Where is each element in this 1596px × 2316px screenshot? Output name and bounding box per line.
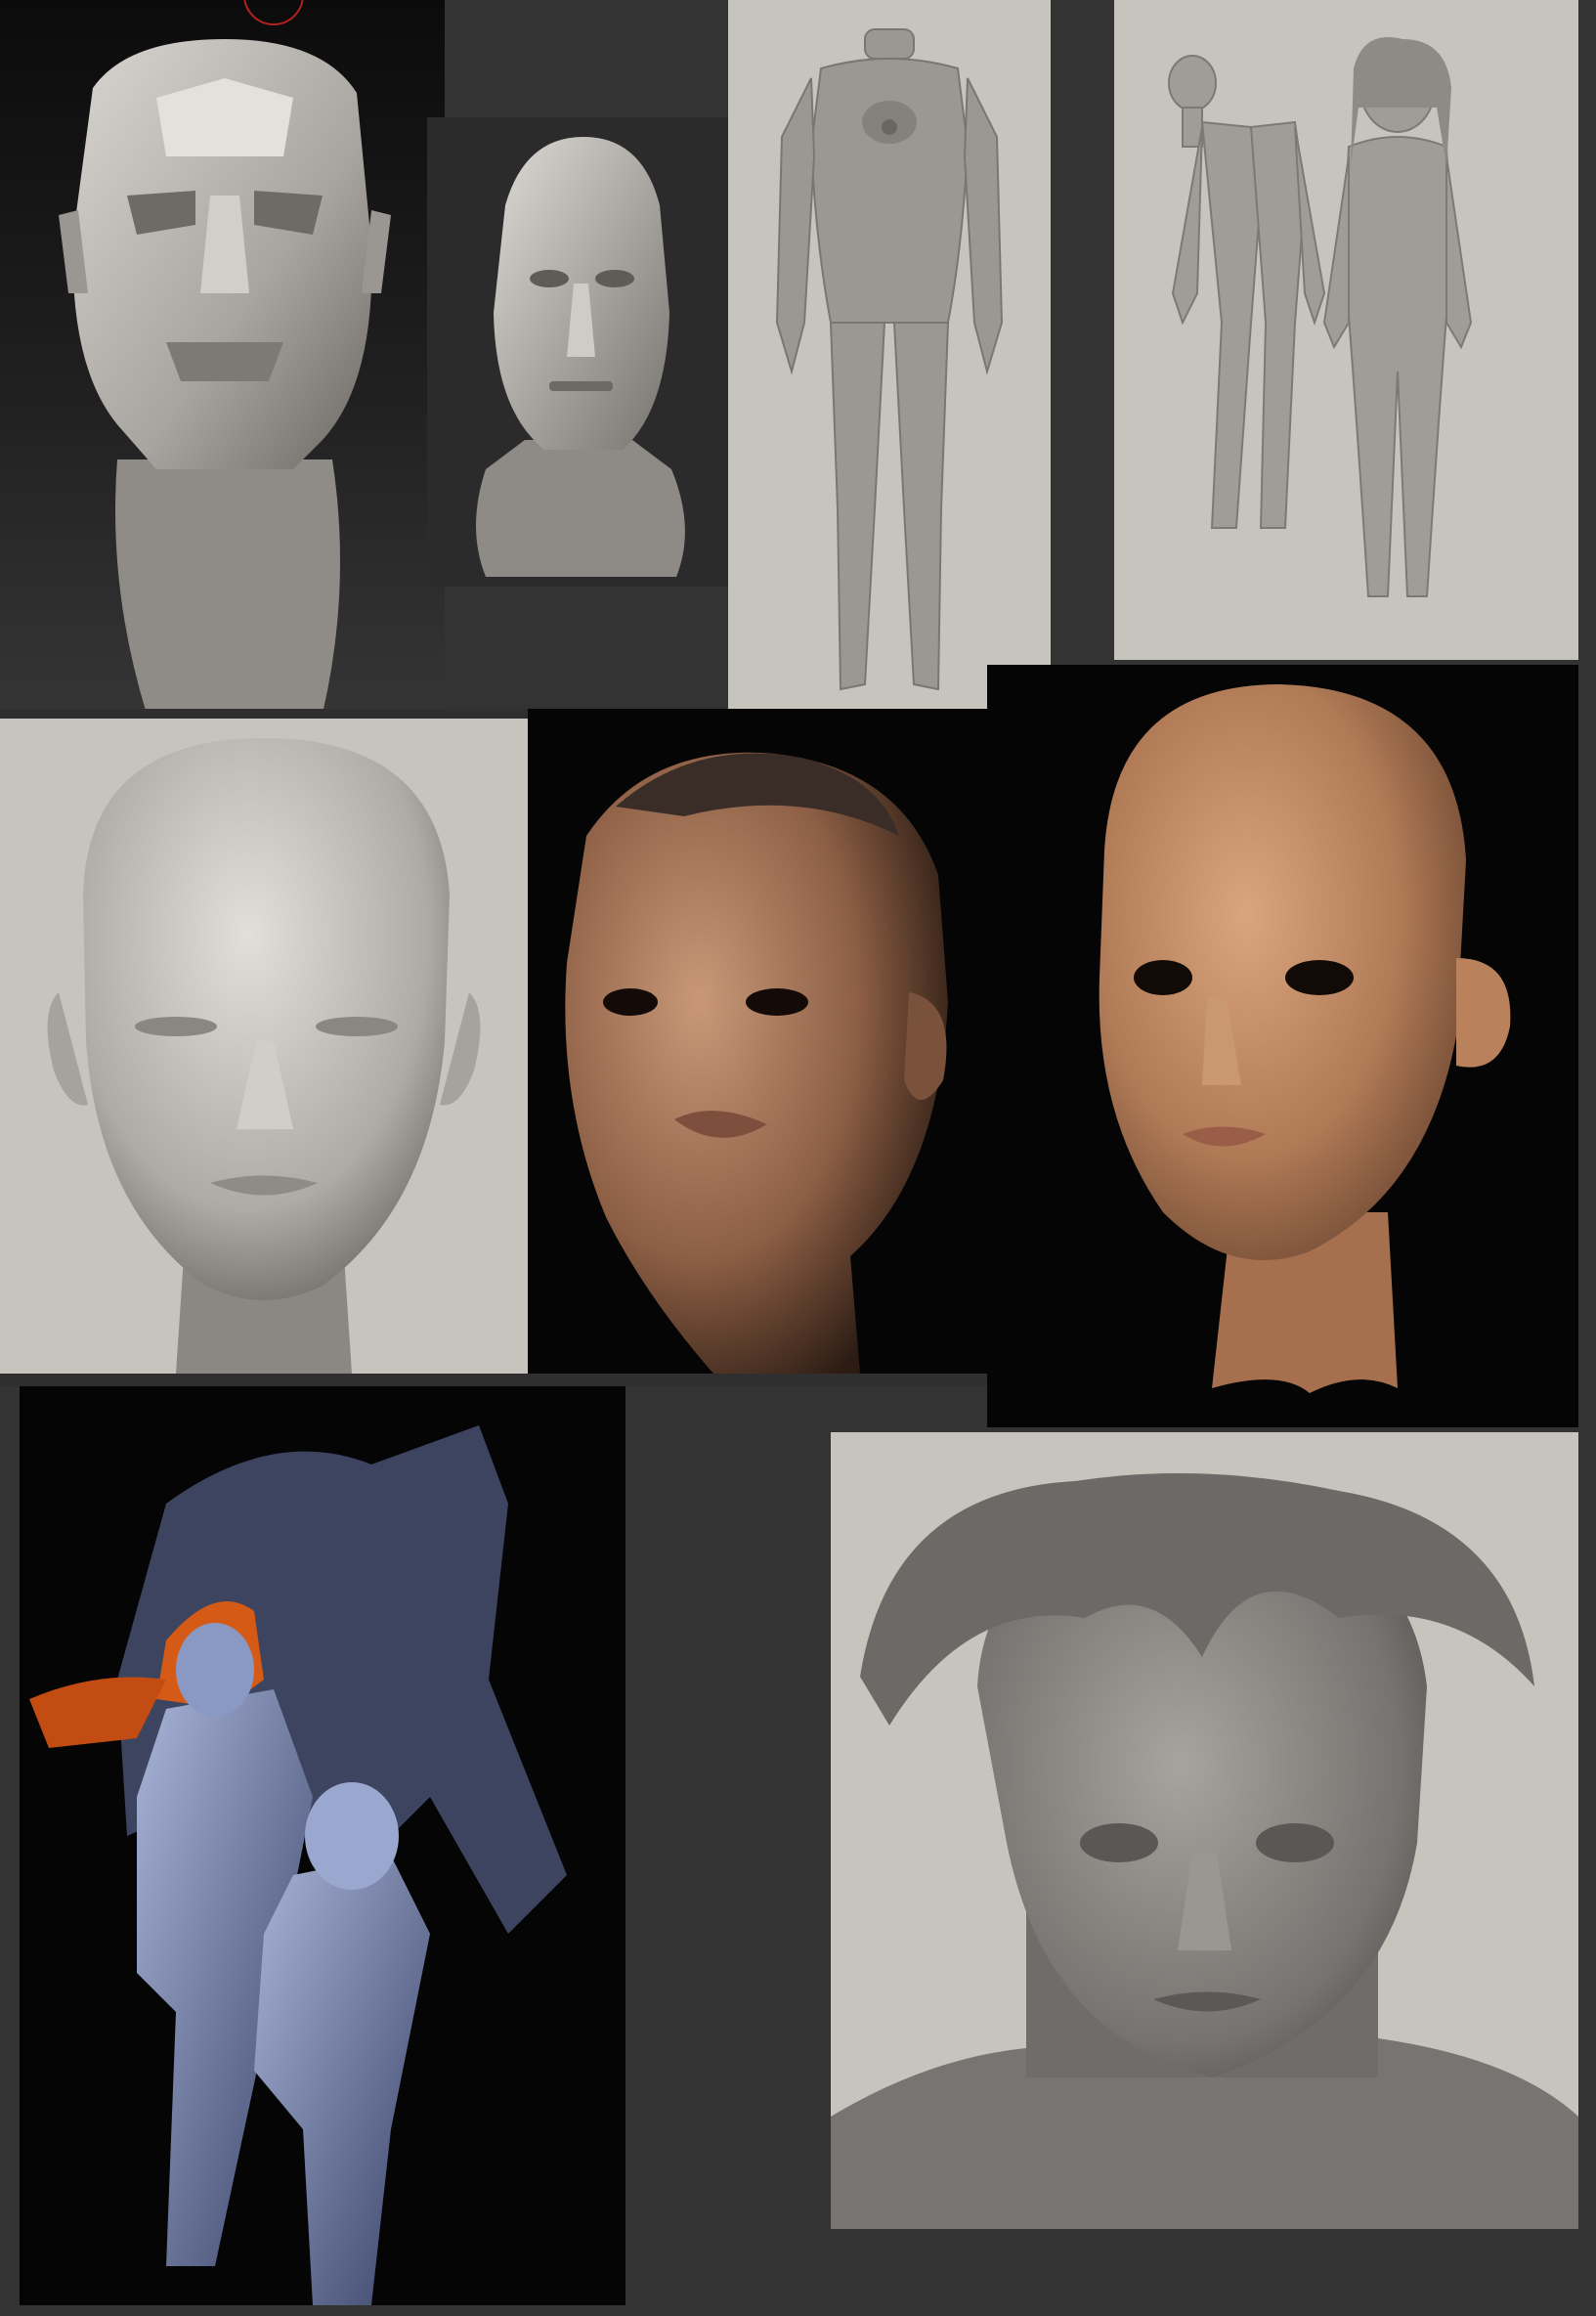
planar-head-image bbox=[59, 0, 391, 714]
clay-portrait-panel bbox=[831, 1432, 1578, 2229]
male-bust-panel bbox=[427, 117, 730, 587]
body-base-image bbox=[775, 28, 1004, 691]
clay-face-image bbox=[47, 738, 481, 1374]
male-bust-image bbox=[476, 137, 685, 577]
render-face-left-image bbox=[565, 752, 948, 1374]
clay-portrait-image bbox=[831, 1473, 1578, 2229]
render-face-right-image bbox=[1099, 684, 1511, 1393]
render-face-left-panel bbox=[528, 709, 987, 1374]
group-render-panel bbox=[20, 1386, 625, 2305]
render-face-right-panel bbox=[987, 665, 1578, 1427]
planar-head-panel bbox=[0, 0, 445, 714]
clay-face-panel bbox=[0, 719, 528, 1374]
divider-top bbox=[0, 709, 528, 719]
body-base-panel bbox=[728, 0, 1051, 709]
group-render-image bbox=[29, 1425, 567, 2305]
figure-lineup-panel bbox=[1114, 0, 1578, 660]
figure-lineup-image bbox=[1168, 37, 1473, 597]
sculpt-reference-board bbox=[0, 0, 1596, 2316]
divider-bottom bbox=[0, 1374, 987, 1386]
